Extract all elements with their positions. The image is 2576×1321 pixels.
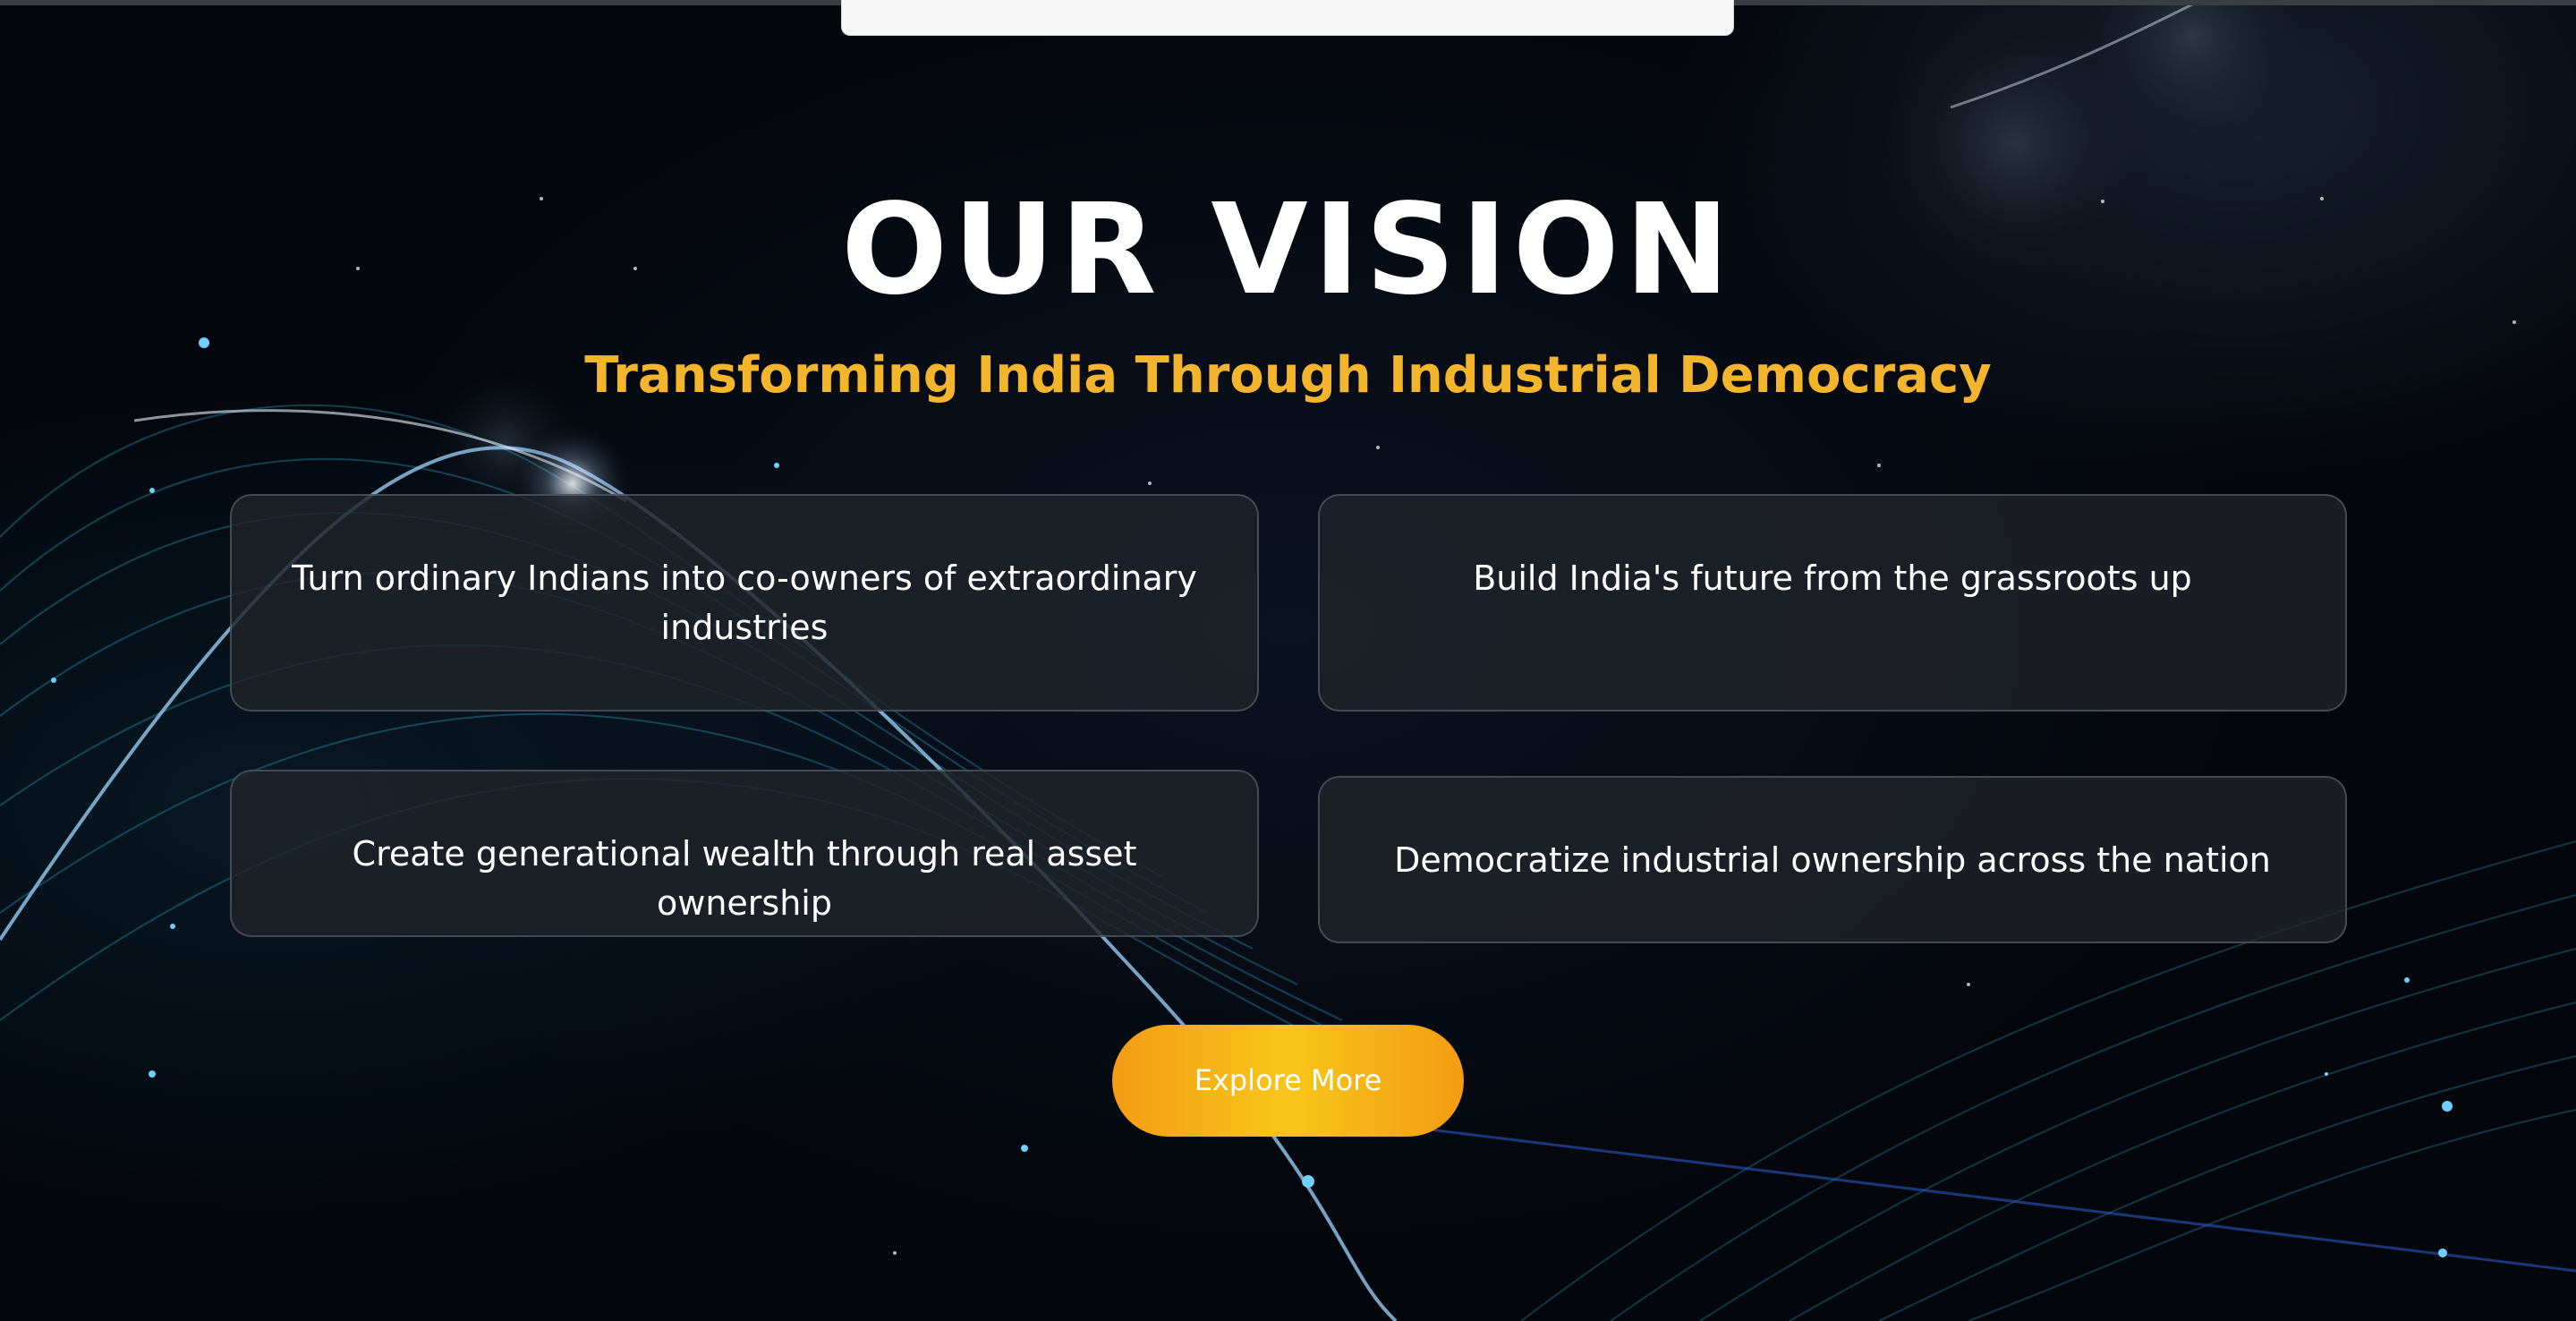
vision-card-text: Turn ordinary Indians into co-owners of … — [292, 558, 1197, 647]
vision-section: OUR VISION Transforming India Through In… — [0, 0, 2576, 1321]
vision-card-text: Create generational wealth through real … — [352, 834, 1137, 923]
page-subtitle: Transforming India Through Industrial De… — [584, 346, 1992, 405]
top-panel — [841, 0, 1734, 36]
vision-card-co-owners: Turn ordinary Indians into co-owners of … — [230, 494, 1259, 712]
vision-card-text: Build India's future from the grassroots… — [1473, 558, 2192, 598]
vision-card-democratize: Democratize industrial ownership across … — [1318, 776, 2347, 943]
vision-card-text: Democratize industrial ownership across … — [1394, 840, 2271, 880]
explore-more-button[interactable]: Explore More — [1112, 1025, 1464, 1137]
vision-card-generational-wealth: Create generational wealth through real … — [230, 770, 1259, 937]
page-title: OUR VISION — [841, 177, 1735, 323]
vision-card-grassroots: Build India's future from the grassroots… — [1318, 494, 2347, 712]
